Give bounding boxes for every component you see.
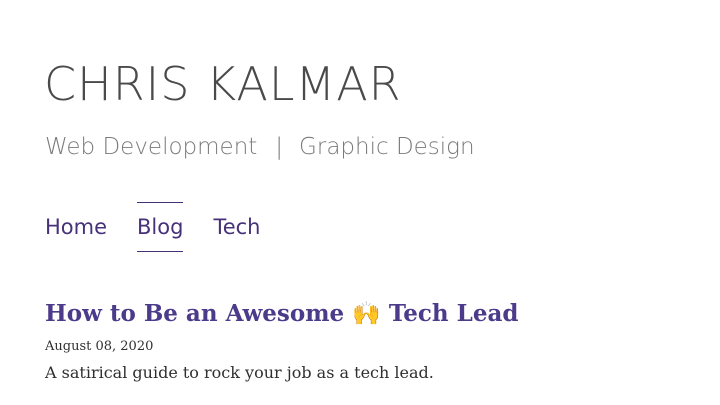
- post-item: How to Be an Awesome 🙌 Tech Lead August …: [45, 296, 685, 384]
- main-nav: Home Blog Tech: [45, 202, 260, 252]
- post-excerpt: A satirical guide to rock your job as a …: [45, 363, 434, 382]
- post-title-link[interactable]: How to Be an Awesome 🙌 Tech Lead: [45, 300, 518, 327]
- nav-item-home[interactable]: Home: [45, 202, 107, 252]
- tagline-web-development: Web Development: [45, 134, 258, 160]
- tagline-graphic-design: Graphic Design: [299, 134, 475, 160]
- nav-item-blog[interactable]: Blog: [137, 202, 184, 252]
- site-title: CHRIS KALMAR: [44, 57, 402, 111]
- tagline-separator: |: [275, 134, 284, 160]
- post-title: How to Be an Awesome 🙌 Tech Lead: [45, 296, 685, 332]
- site-tagline: Web Development | Graphic Design: [45, 132, 475, 162]
- nav-item-tech[interactable]: Tech: [213, 202, 260, 252]
- post-date: August 08, 2020: [45, 339, 154, 354]
